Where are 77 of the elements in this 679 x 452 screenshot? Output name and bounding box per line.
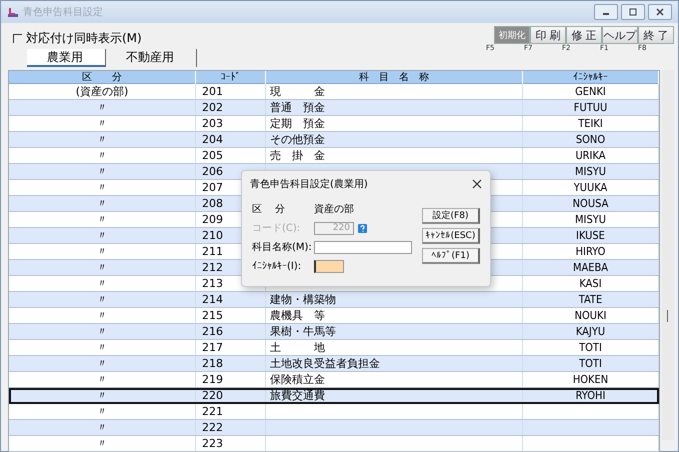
table-cell: MISYU	[523, 164, 659, 179]
table-cell: 220	[196, 388, 266, 403]
table-cell: 〃	[9, 404, 196, 419]
table-cell: 205	[196, 148, 266, 163]
table-cell: 土 地	[266, 340, 523, 355]
table-cell: TATE	[523, 292, 659, 307]
table-cell: 215	[196, 308, 266, 323]
table-cell: URIKA	[523, 148, 659, 163]
category-value: 資産の部	[314, 202, 354, 216]
column-header: 科 目 名 称	[266, 71, 523, 84]
table-cell: 現 金	[266, 84, 523, 99]
table-cell: 202	[196, 100, 266, 115]
table-cell: 219	[196, 372, 266, 387]
checkbox-label: 対応付け同時表示(M)	[26, 30, 142, 47]
table-cell: 217	[196, 340, 266, 355]
table-cell: 〃	[9, 244, 196, 259]
table-cell: 旅費交通費	[266, 388, 523, 403]
table-cell: SONO	[523, 132, 659, 147]
table-cell: 建物・構築物	[266, 292, 523, 307]
table-cell: NOUSA	[523, 196, 659, 211]
table-cell: 221	[196, 404, 266, 419]
table-cell: 216	[196, 324, 266, 339]
table-cell: 〃	[9, 356, 196, 371]
table-cell: 〃	[9, 100, 196, 115]
table-cell: 〃	[9, 228, 196, 243]
table-cell: RYOHI	[523, 388, 659, 403]
table-cell: TOTI	[523, 340, 659, 355]
table-cell: KAJYU	[523, 324, 659, 339]
table-cell: 218	[196, 356, 266, 371]
table-cell: 〃	[9, 372, 196, 387]
table-cell: 〃	[9, 196, 196, 211]
table-cell: 〃	[9, 388, 196, 403]
table-cell: TEIKI	[523, 116, 659, 131]
table-cell: 売 掛 金	[266, 148, 523, 163]
table-cell: 〃	[9, 164, 196, 179]
table-cell: 農機具 等	[266, 308, 523, 323]
table-cell: KASI	[523, 276, 659, 291]
table-cell: 普通 預金	[266, 100, 523, 115]
table-cell: 定期 預金	[266, 116, 523, 131]
table-cell: 〃	[9, 212, 196, 227]
table-cell: 〃	[9, 436, 196, 451]
table-cell: 〃	[9, 260, 196, 275]
table-cell: 〃	[9, 148, 196, 163]
table-cell: 〃	[9, 276, 196, 291]
table-cell: 〃	[9, 180, 196, 195]
table-cell: 〃	[9, 340, 196, 355]
column-header: ｺｰﾄﾞ	[196, 71, 266, 84]
table-cell: 〃	[9, 324, 196, 339]
table-cell: 204	[196, 132, 266, 147]
table-cell: 〃	[9, 132, 196, 147]
table-cell: NOUKI	[523, 308, 659, 323]
table-cell: 201	[196, 84, 266, 99]
table-cell: 〃	[9, 420, 196, 435]
table-cell: 保険積立金	[266, 372, 523, 387]
column-header: 区 分	[9, 71, 196, 84]
table-cell: 土地改良受益者負担金	[266, 356, 523, 371]
table-cell: YUUKA	[523, 180, 659, 195]
table-cell: 214	[196, 292, 266, 307]
table-cell: FUTUU	[523, 100, 659, 115]
table-cell: 〃	[9, 308, 196, 323]
table-cell: 203	[196, 116, 266, 131]
table-cell: MAEBA	[523, 260, 659, 275]
table-cell: GENKI	[523, 84, 659, 99]
table-cell: (資産の部)	[9, 84, 196, 99]
table-cell: 〃	[9, 292, 196, 307]
window-title: 青色申告科目設定	[23, 6, 104, 19]
table-cell: IKUSE	[523, 228, 659, 243]
table-cell: HOKEN	[523, 372, 659, 387]
table-cell: TOTI	[523, 356, 659, 371]
table-cell: HIRYO	[523, 244, 659, 259]
table-cell: 222	[196, 420, 266, 435]
table-cell: 223	[196, 436, 266, 451]
table-cell: 果樹・牛馬等	[266, 324, 523, 339]
table-cell: 〃	[9, 116, 196, 131]
column-header: ｲﾆｼｬﾙｷｰ	[523, 71, 659, 84]
table-cell: その他預金	[266, 132, 523, 147]
table-cell: MISYU	[523, 212, 659, 227]
